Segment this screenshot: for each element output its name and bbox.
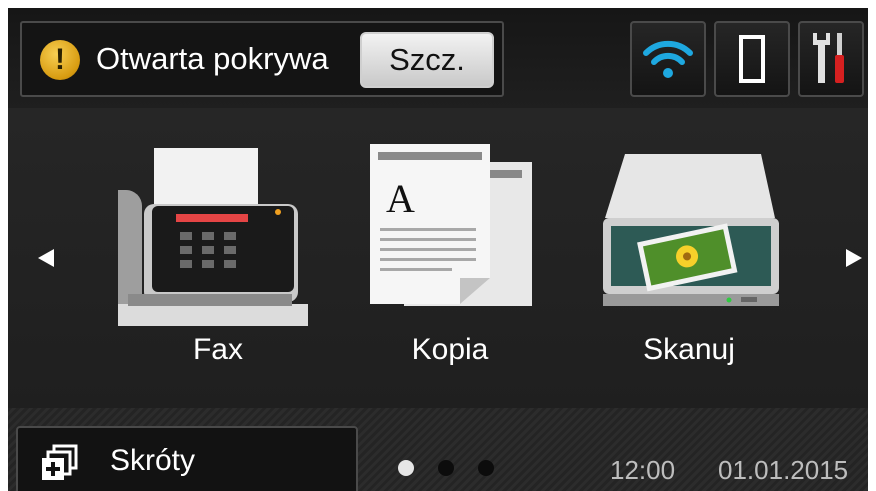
app-tile-copy[interactable]: A Kopia [350,108,550,398]
app-tile-scan[interactable]: Skanuj [589,108,789,398]
scroll-left-arrow-icon[interactable] [26,238,66,278]
toner-button[interactable] [714,21,790,97]
status-message: Otwarta pokrywa [96,41,329,76]
app-tile-fax[interactable]: Fax [118,108,318,398]
clock-time: 12:00 [610,455,676,485]
page-dot [438,460,454,476]
details-button[interactable]: Szcz. [360,32,494,88]
page-dot-active [398,460,414,476]
status-bar: ! Otwarta pokrywa Szcz. [8,8,868,108]
shortcuts-button[interactable]: Skróty [16,426,358,491]
status-notice[interactable]: ! Otwarta pokrywa Szcz. [20,21,504,97]
settings-tools-icon [813,33,844,83]
toner-icon [739,35,765,83]
scroll-right-arrow-icon[interactable] [834,238,868,278]
page-indicator [393,460,503,480]
page-dot [478,460,494,476]
copy-icon: A [370,144,532,306]
shortcuts-icon [42,444,78,480]
app-label-fax: Fax [192,333,243,366]
warning-icon: ! [40,40,80,80]
app-label-scan: Skanuj [643,333,735,366]
clock-date: 01.01.2015 [718,455,849,485]
printer-touchscreen: ! Otwarta pokrywa Szcz. Fax A Kopia Skan… [8,8,868,491]
bottom-bar: Skróty 12:00 01.01.2015 [8,408,868,491]
shortcuts-label: Skróty [110,444,196,477]
svg-text:A: A [386,176,415,221]
fax-icon [118,148,308,326]
wifi-icon [643,40,693,78]
app-carousel: Fax A Kopia Skanuj [8,108,868,408]
scanner-icon [603,154,779,306]
app-label-copy: Kopia [411,333,489,366]
wifi-button[interactable] [630,21,706,97]
settings-button[interactable] [798,21,864,97]
